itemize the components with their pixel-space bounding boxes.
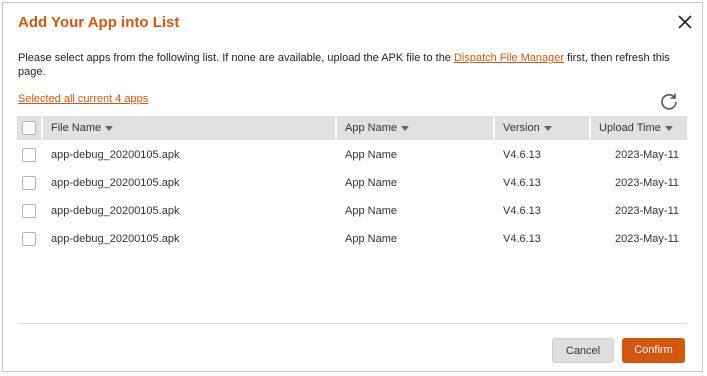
- file-name-cell: app-debug_20200105.apk: [51, 177, 180, 189]
- upload-time-cell: 2023-May-11: [615, 177, 679, 189]
- caret-down-icon: [664, 125, 673, 131]
- version-cell: V4.6.13: [503, 177, 541, 189]
- row-checkbox[interactable]: [22, 148, 36, 162]
- app-name-cell: App Name: [345, 205, 397, 217]
- column-file-name[interactable]: File Name: [43, 116, 335, 140]
- caret-down-icon: [105, 125, 114, 131]
- row-checkbox[interactable]: [22, 204, 36, 218]
- select-all-link[interactable]: Selected all current 4 apps: [18, 93, 148, 105]
- cancel-button[interactable]: Cancel: [552, 338, 614, 363]
- row-checkbox[interactable]: [22, 232, 36, 246]
- upload-time-cell: 2023-May-11: [615, 205, 679, 217]
- refresh-icon[interactable]: [659, 91, 679, 111]
- version-cell: V4.6.13: [503, 233, 541, 245]
- footer-divider: [18, 323, 687, 324]
- column-upload-time[interactable]: Upload Time: [591, 116, 687, 140]
- column-app-name-label: App Name: [345, 122, 397, 134]
- column-version-label: Version: [503, 122, 540, 134]
- version-cell: V4.6.13: [503, 149, 541, 161]
- file-name-cell: app-debug_20200105.apk: [51, 149, 180, 161]
- table-row[interactable]: app-debug_20200105.apk App Name V4.6.13 …: [17, 169, 687, 197]
- column-app-name[interactable]: App Name: [337, 116, 493, 140]
- caret-down-icon: [543, 125, 552, 131]
- column-version[interactable]: Version: [495, 116, 589, 140]
- app-name-cell: App Name: [345, 177, 397, 189]
- upload-time-cell: 2023-May-11: [615, 233, 679, 245]
- description-prefix: Please select apps from the following li…: [18, 52, 454, 64]
- confirm-button[interactable]: Confirm: [622, 338, 685, 363]
- dialog-description: Please select apps from the following li…: [18, 51, 688, 79]
- version-cell: V4.6.13: [503, 205, 541, 217]
- row-checkbox[interactable]: [22, 176, 36, 190]
- column-upload-time-label: Upload Time: [599, 122, 661, 134]
- table-row[interactable]: app-debug_20200105.apk App Name V4.6.13 …: [17, 225, 687, 253]
- caret-down-icon: [400, 125, 409, 131]
- select-all-checkbox[interactable]: [22, 121, 36, 135]
- header-checkbox-cell: [17, 116, 41, 140]
- dialog-title: Add Your App into List: [18, 14, 180, 31]
- app-name-cell: App Name: [345, 149, 397, 161]
- close-icon[interactable]: [676, 13, 694, 31]
- column-file-name-label: File Name: [51, 122, 102, 134]
- table-row[interactable]: app-debug_20200105.apk App Name V4.6.13 …: [17, 197, 687, 225]
- add-app-dialog: Add Your App into List Please select app…: [2, 2, 703, 372]
- table-header: File Name App Name Version Upload Time: [17, 116, 687, 140]
- file-name-cell: app-debug_20200105.apk: [51, 233, 180, 245]
- table-row[interactable]: app-debug_20200105.apk App Name V4.6.13 …: [17, 141, 687, 169]
- dispatch-file-manager-link[interactable]: Dispatch File Manager: [454, 52, 564, 64]
- file-name-cell: app-debug_20200105.apk: [51, 205, 180, 217]
- upload-time-cell: 2023-May-11: [615, 149, 679, 161]
- app-name-cell: App Name: [345, 233, 397, 245]
